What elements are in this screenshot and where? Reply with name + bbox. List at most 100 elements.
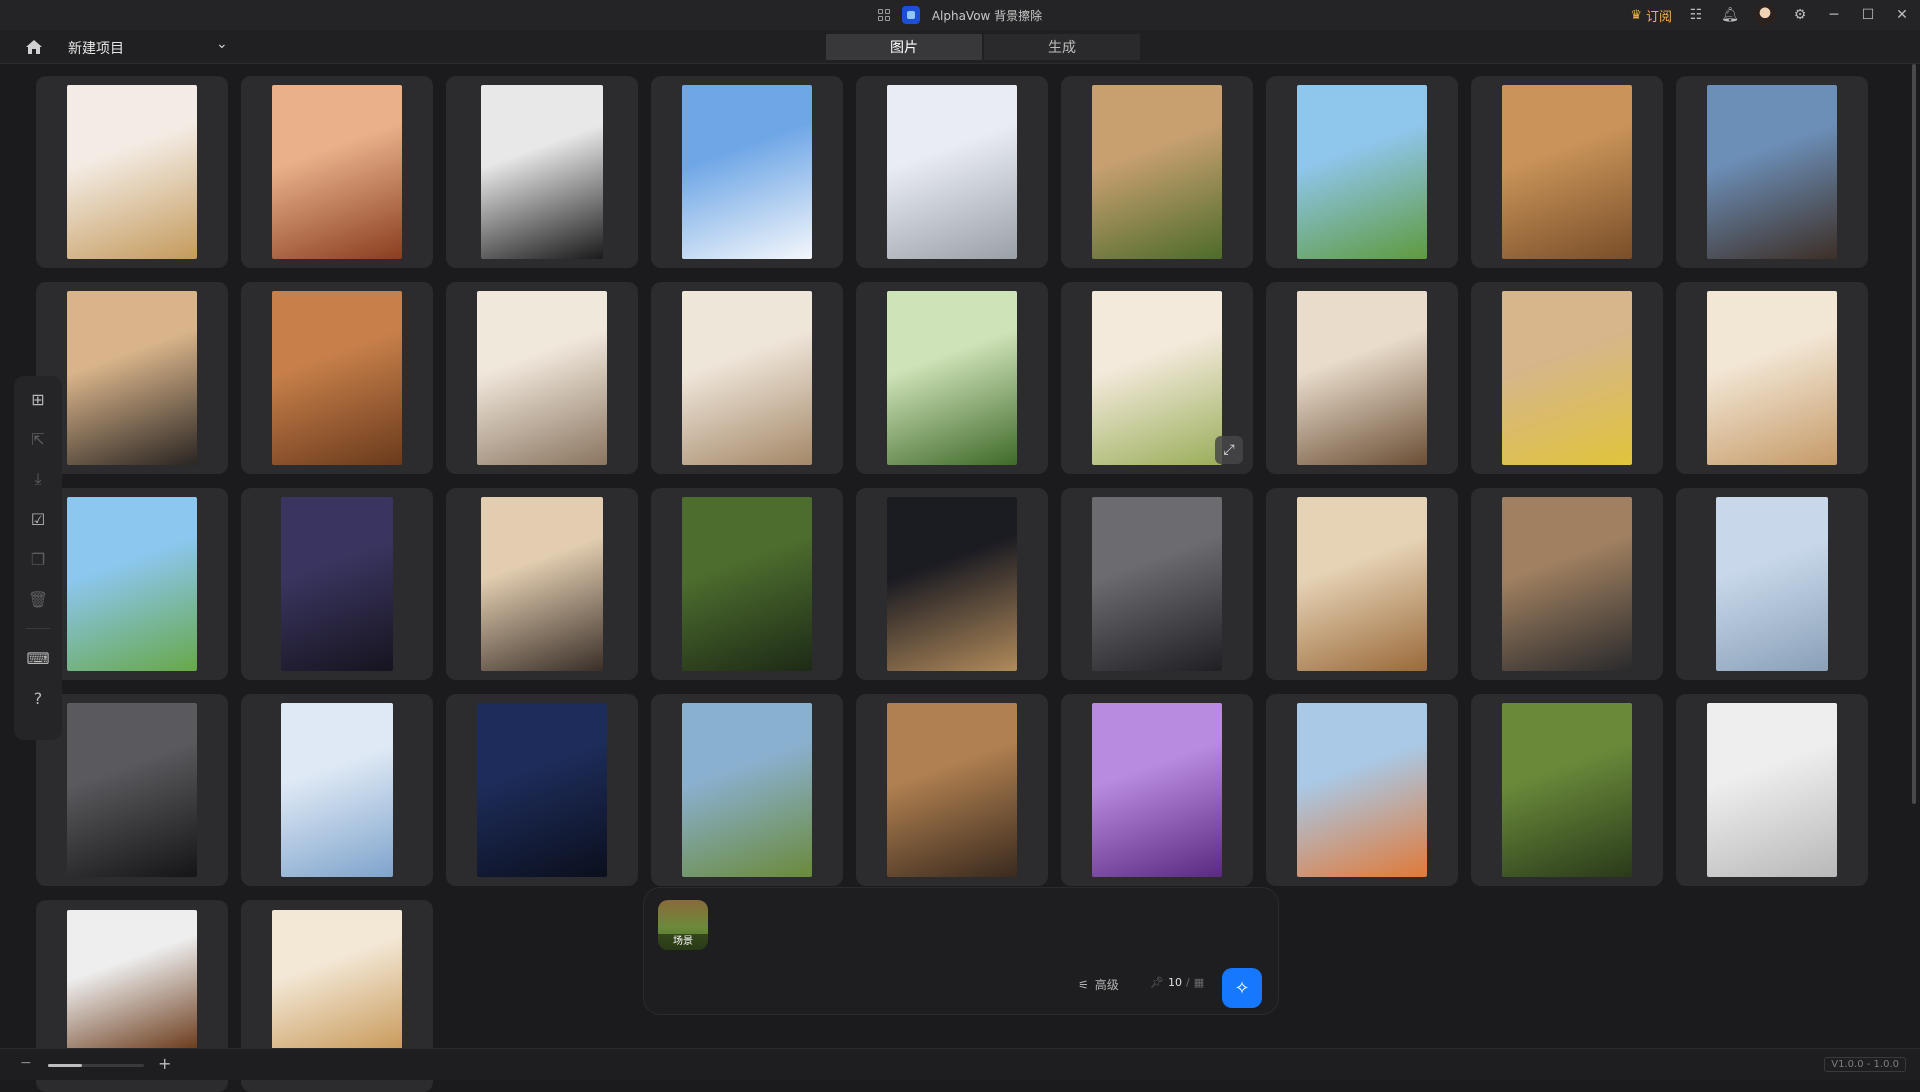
copy-icon[interactable]: ❐ [23, 544, 53, 574]
product-image-speaker-tent [1092, 85, 1222, 259]
select-all-icon[interactable]: ☑ [23, 504, 53, 534]
product-image-phone-desert [1502, 85, 1632, 259]
product-image-salad-bowl [1707, 291, 1837, 465]
chevron-down-icon[interactable]: ⌄ [216, 36, 228, 52]
product-image-cream-purple [281, 497, 393, 671]
gallery-card[interactable] [36, 76, 228, 268]
gallery-card[interactable] [856, 488, 1048, 680]
gallery-card[interactable] [651, 282, 843, 474]
gallery-card[interactable] [241, 76, 433, 268]
gallery-scrollbar[interactable] [1912, 64, 1916, 804]
expand-icon[interactable]: ⤢ [1215, 436, 1243, 464]
notification-bell-icon[interactable]: 🔔︎ [1720, 5, 1740, 25]
project-name[interactable]: 新建项目 [68, 38, 124, 58]
add-image-icon[interactable]: ⊞ [23, 384, 53, 414]
product-image-drinks-cucumber [1092, 291, 1222, 465]
gallery-card[interactable] [446, 76, 638, 268]
gallery-card[interactable] [1471, 76, 1663, 268]
gallery-card[interactable] [36, 282, 228, 474]
reference-image-thumbnail[interactable]: 场景 [658, 900, 708, 950]
image-count-icon: ▦ [1193, 976, 1205, 989]
gallery-card[interactable] [1266, 488, 1458, 680]
version-badge: V1.0.0 - 1.0.0 [1824, 1057, 1906, 1072]
gallery-card[interactable] [1061, 76, 1253, 268]
settings-gear-icon[interactable]: ⚙ [1790, 5, 1810, 25]
share-icon[interactable]: ⇱ [23, 424, 53, 454]
product-image-serum-amber-glass [67, 910, 197, 1050]
product-image-perfume-roses [272, 85, 402, 259]
advanced-settings-button[interactable]: ⚟ 高级 [1078, 976, 1119, 993]
generation-count[interactable]: 📌︎ 10 / ▦ [1150, 976, 1204, 989]
product-image-projector-camping [682, 703, 812, 877]
gallery-card[interactable] [1676, 76, 1868, 268]
product-image-purifier-livingroom [682, 291, 812, 465]
gallery-card[interactable] [1471, 488, 1663, 680]
gallery-card[interactable] [446, 488, 638, 680]
gallery-card[interactable] [241, 694, 433, 886]
product-image-cream-jar-blue [682, 85, 812, 259]
minimize-icon[interactable]: ─ [1824, 5, 1844, 25]
task-list-icon[interactable]: ☷ [1686, 5, 1706, 25]
zoom-slider[interactable] [48, 1064, 144, 1067]
gallery-card[interactable] [856, 694, 1048, 886]
product-image-oven-kitchen [481, 497, 603, 671]
download-icon[interactable]: ⤓ [23, 464, 53, 494]
window-title: AlphaVow 背景擦除 [931, 8, 1043, 23]
gallery-card[interactable] [36, 694, 228, 886]
gallery-card[interactable]: ⤢ [1061, 282, 1253, 474]
title-bar: AlphaVow 背景擦除 ♛ 订阅 ☷ 🔔︎ ⚙ ─ ☐ ✕ [0, 0, 1920, 30]
gallery-card[interactable] [1266, 694, 1458, 886]
tab-generate[interactable]: 生成 [984, 34, 1140, 60]
product-image-cream-gold [272, 910, 402, 1050]
keyboard-icon[interactable]: ⌨ [23, 643, 53, 673]
side-toolbar: ⊞ ⇱ ⤓ ☑ ❐ 🗑︎ ⌨ ? [14, 376, 62, 740]
zoom-out-icon[interactable]: − [20, 1055, 32, 1071]
gallery-card[interactable] [1676, 694, 1868, 886]
gallery-card[interactable] [856, 76, 1048, 268]
product-image-fan-room [477, 291, 607, 465]
zoom-in-icon[interactable]: + [158, 1054, 171, 1073]
title-right-controls: ♛ 订阅 ☷ 🔔︎ ⚙ ─ ☐ ✕ [1630, 0, 1912, 30]
gallery-card[interactable] [241, 282, 433, 474]
product-image-phone-armchair [272, 291, 402, 465]
gallery-card[interactable] [241, 488, 433, 680]
gallery-card[interactable] [36, 488, 228, 680]
crown-icon: ♛ [1630, 7, 1642, 23]
layout-grid-icon [877, 9, 890, 21]
subscribe-label: 订阅 [1645, 9, 1672, 25]
gallery-card[interactable] [651, 694, 843, 886]
product-image-speaker-stage [67, 703, 197, 877]
pin-icon: 📌︎ [1150, 976, 1164, 989]
gallery-card[interactable] [1676, 488, 1868, 680]
gallery-card[interactable] [651, 76, 843, 268]
app-logo-icon [901, 6, 920, 24]
product-image-camera-table [67, 291, 197, 465]
gallery-card[interactable] [1061, 694, 1253, 886]
gallery-card[interactable] [1471, 282, 1663, 474]
home-icon[interactable] [24, 38, 44, 56]
delete-icon[interactable]: 🗑︎ [23, 584, 53, 614]
help-icon[interactable]: ? [23, 683, 53, 713]
advanced-label: 高级 [1094, 978, 1119, 992]
generate-sparkle-button[interactable]: ✧ [1222, 968, 1262, 1008]
tool-divider [26, 628, 50, 629]
gallery-card[interactable] [446, 694, 638, 886]
close-icon[interactable]: ✕ [1892, 5, 1912, 25]
gallery-card[interactable] [1471, 694, 1663, 886]
product-image-perfume-swirl [67, 85, 197, 259]
gallery-card[interactable] [1676, 282, 1868, 474]
gallery-card[interactable] [651, 488, 843, 680]
user-avatar[interactable] [1754, 4, 1776, 26]
product-image-smartwatch-rock [1707, 85, 1837, 259]
product-image-serum-night [477, 703, 607, 877]
gallery-card[interactable] [1266, 76, 1458, 268]
gallery-card[interactable] [1061, 488, 1253, 680]
product-image-milk-can-field [67, 497, 197, 671]
subscribe-button[interactable]: ♛ 订阅 [1630, 6, 1672, 25]
gallery-card[interactable] [446, 282, 638, 474]
maximize-icon[interactable]: ☐ [1858, 5, 1878, 25]
tab-images[interactable]: 图片 [826, 34, 982, 60]
gallery-card[interactable] [856, 282, 1048, 474]
reference-label: 场景 [658, 934, 708, 950]
gallery-card[interactable] [1266, 282, 1458, 474]
